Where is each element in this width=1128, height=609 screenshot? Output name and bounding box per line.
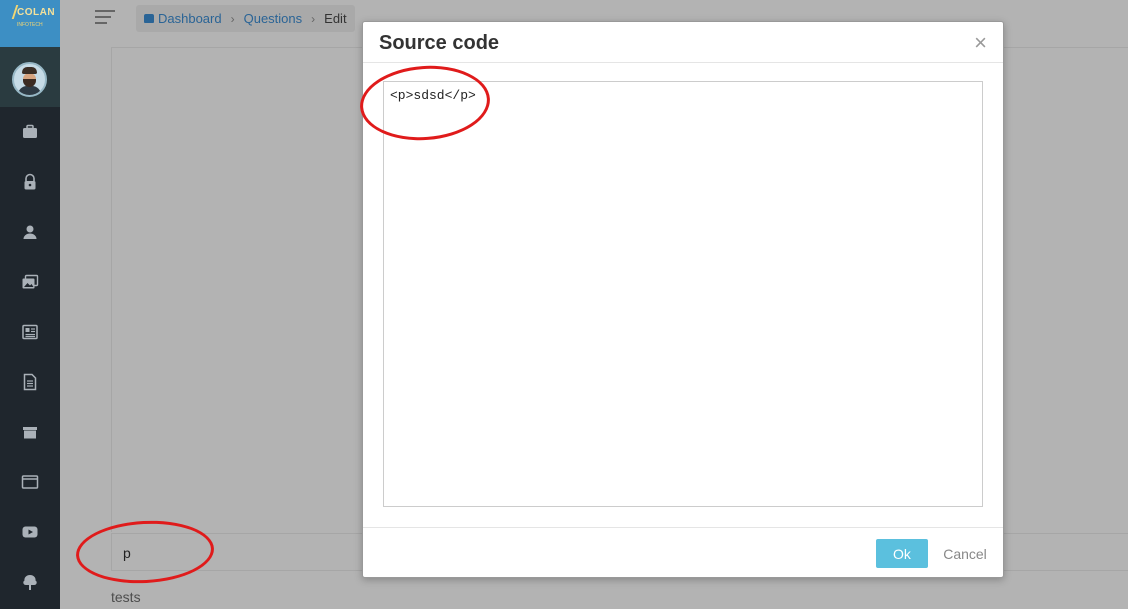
logo[interactable]: COLAN INFOTECH bbox=[0, 0, 60, 47]
breadcrumb-dashboard[interactable]: Dashboard bbox=[158, 11, 222, 26]
sidebar-item-document[interactable] bbox=[0, 357, 60, 407]
chevron-right-icon: › bbox=[311, 11, 316, 26]
logo-text: COLAN bbox=[17, 7, 56, 18]
sidebar-item-user[interactable] bbox=[0, 207, 60, 257]
video-play-icon bbox=[22, 526, 38, 538]
breadcrumb-questions[interactable]: Questions bbox=[244, 11, 303, 26]
sidebar-item-video[interactable] bbox=[0, 507, 60, 557]
hamburger-menu-icon[interactable] bbox=[95, 10, 115, 24]
field-label: tests bbox=[111, 589, 141, 605]
tree-icon bbox=[23, 575, 37, 590]
avatar-hat bbox=[22, 67, 37, 74]
sidebar-item-tree[interactable] bbox=[0, 557, 60, 607]
sidebar-item-archive[interactable] bbox=[0, 407, 60, 457]
lock-icon bbox=[24, 173, 36, 190]
dialog-footer-divider bbox=[363, 527, 1003, 528]
avatar-body bbox=[18, 86, 41, 95]
sidebar-item-browser[interactable] bbox=[0, 457, 60, 507]
sidebar: COLAN INFOTECH bbox=[0, 0, 60, 609]
breadcrumb: Dashboard › Questions › Edit bbox=[136, 5, 355, 32]
newspaper-icon bbox=[22, 324, 38, 340]
avatar[interactable] bbox=[12, 62, 47, 97]
briefcase-icon bbox=[23, 124, 37, 138]
user-icon bbox=[23, 225, 37, 239]
browser-window-icon bbox=[21, 475, 39, 489]
sidebar-item-briefcase[interactable] bbox=[0, 107, 60, 157]
document-icon bbox=[23, 373, 37, 391]
dialog-header-divider bbox=[363, 62, 1003, 63]
logo-subtext: INFOTECH bbox=[17, 22, 43, 28]
home-icon bbox=[144, 14, 154, 23]
sidebar-item-lock[interactable] bbox=[0, 157, 60, 207]
cancel-button[interactable]: Cancel bbox=[940, 539, 990, 568]
annotation-circle-path bbox=[74, 517, 216, 587]
images-icon bbox=[22, 274, 39, 289]
sidebar-item-images[interactable] bbox=[0, 257, 60, 307]
close-icon[interactable]: × bbox=[974, 30, 987, 56]
sidebar-item-newspaper[interactable] bbox=[0, 307, 60, 357]
dialog-title: Source code bbox=[379, 32, 500, 54]
breadcrumb-current: Edit bbox=[324, 11, 347, 26]
source-code-textarea[interactable] bbox=[383, 81, 983, 507]
chevron-right-icon: › bbox=[230, 11, 235, 26]
ok-button[interactable]: Ok bbox=[876, 539, 928, 568]
archive-icon bbox=[23, 427, 37, 439]
user-avatar-area bbox=[0, 47, 60, 107]
